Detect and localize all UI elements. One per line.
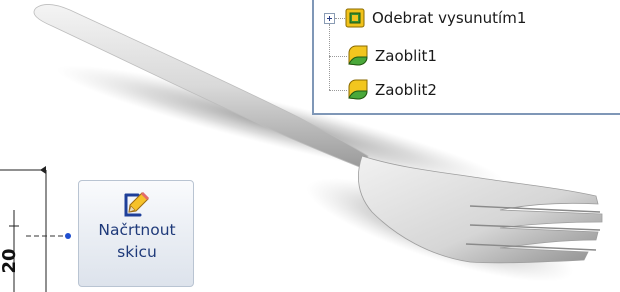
tree-item-fillet1[interactable]: Zaoblit1 xyxy=(346,44,437,68)
tree-connector xyxy=(329,24,330,90)
fillet-icon xyxy=(348,79,368,100)
leader-dot xyxy=(65,233,71,239)
tree-connector xyxy=(329,56,347,57)
dimension-value[interactable]: 20 xyxy=(0,241,21,281)
tree-item-cut-extrude[interactable]: Odebrat vysunutím1 xyxy=(344,6,526,30)
tree-item-label: Odebrat vysunutím1 xyxy=(372,9,527,27)
sketch-button[interactable]: Načrtnout skicu xyxy=(78,180,194,287)
feature-tree-panel: Odebrat vysunutím1 Zaoblit1 Zaoblit2 xyxy=(312,0,620,115)
fillet-icon xyxy=(348,45,368,66)
graphics-canvas: 20 Načrtnout skicu Odebrat vysunutím1 Za… xyxy=(0,0,620,292)
tree-connector xyxy=(329,90,347,91)
sketch-button-label-line2: skicu xyxy=(117,243,157,261)
expand-icon[interactable] xyxy=(324,13,335,24)
cut-extrude-icon xyxy=(345,8,365,28)
sketch-pencil-icon xyxy=(124,191,150,217)
tree-item-fillet2[interactable]: Zaoblit2 xyxy=(346,78,437,102)
tree-item-label: Zaoblit1 xyxy=(375,47,437,65)
sketch-button-label-line1: Načrtnout xyxy=(98,221,176,239)
dimension-arrow xyxy=(40,166,46,174)
tree-item-label: Zaoblit2 xyxy=(375,81,437,99)
